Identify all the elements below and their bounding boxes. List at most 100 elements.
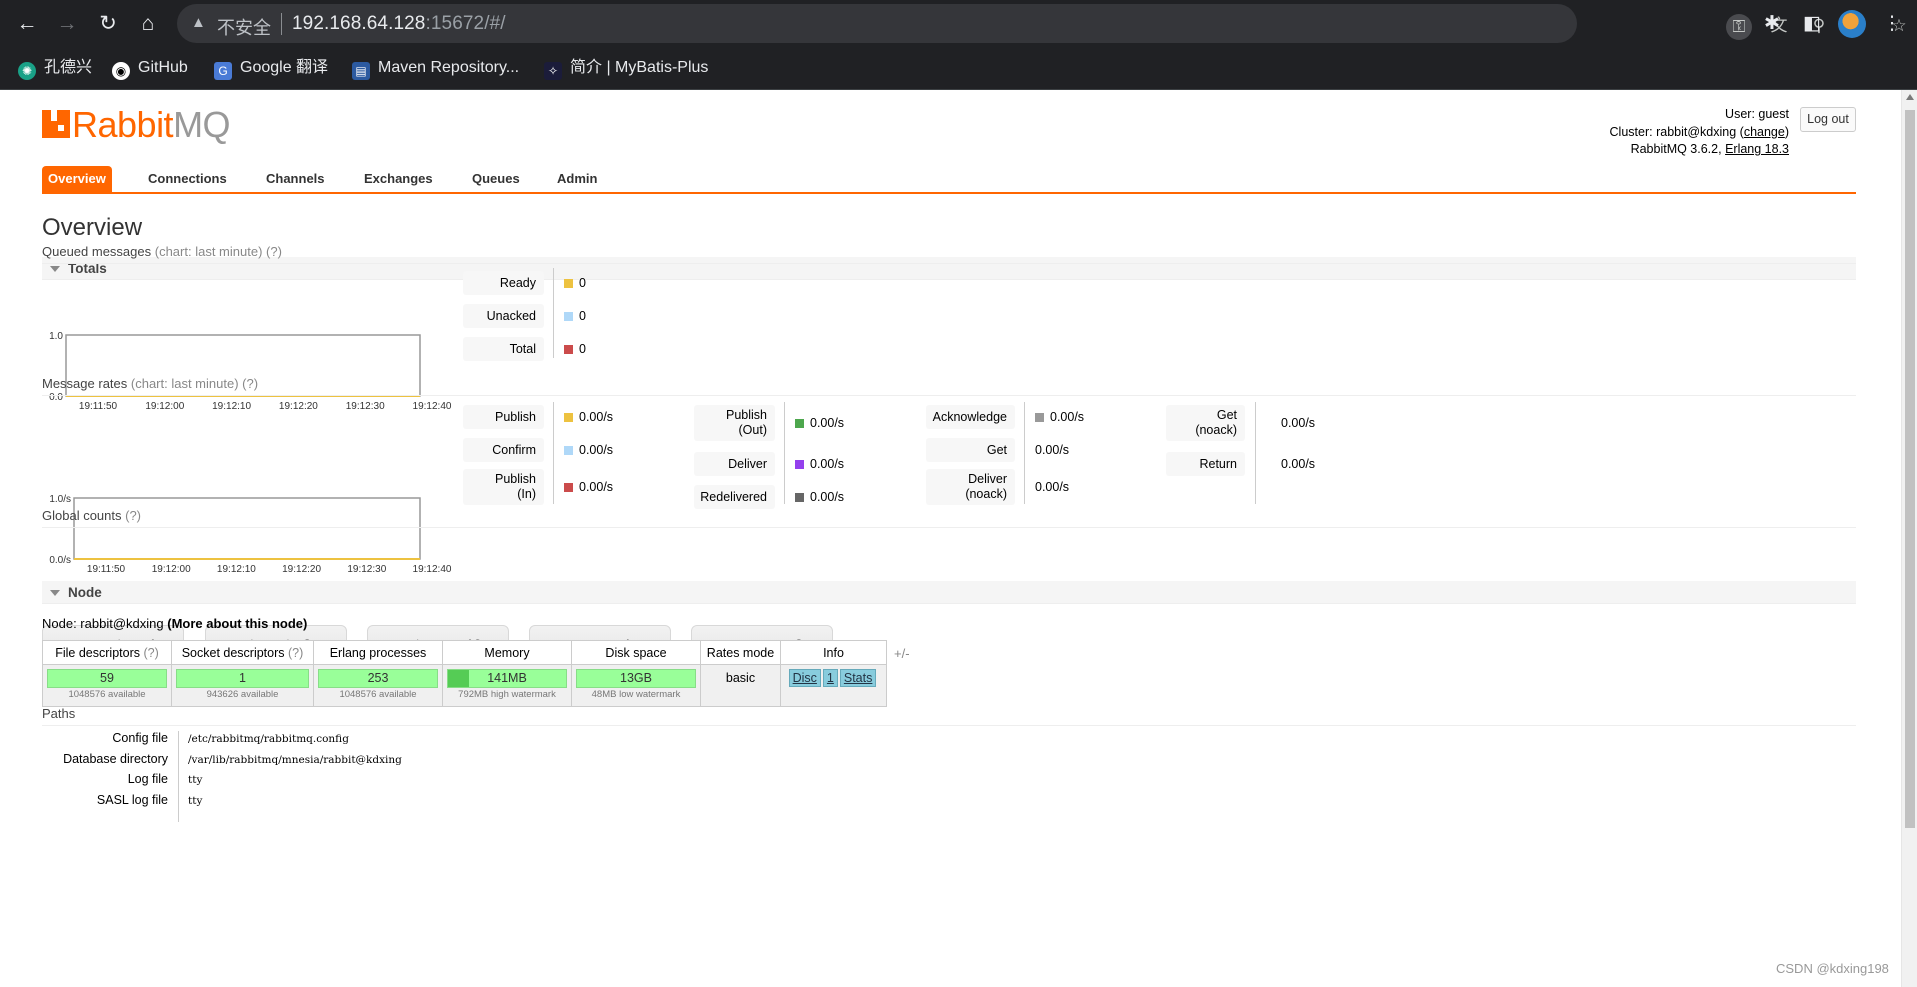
change-cluster-link[interactable]: change	[1744, 125, 1785, 139]
tab-admin[interactable]: Admin	[551, 166, 603, 192]
help-link[interactable]: (?)	[288, 646, 303, 660]
legend-swatch	[795, 460, 804, 469]
csdn-watermark: CSDN @kdxing198	[1776, 961, 1889, 976]
x-tick-label: 19:12:30	[347, 564, 386, 575]
version-line: RabbitMQ 3.6.2, Erlang 18.3	[1610, 141, 1789, 159]
columns-toggle[interactable]: +/-	[894, 646, 910, 661]
paths-title: Paths	[42, 706, 76, 721]
count-badge[interactable]: 1	[822, 669, 838, 687]
legend-label: Return	[1166, 452, 1245, 476]
url-path: :15672/#/	[425, 13, 506, 34]
tab-queues[interactable]: Queues	[466, 166, 526, 192]
legend-value: 0.00/s	[564, 438, 613, 462]
legend-value-text: 0.00/s	[1035, 443, 1070, 457]
legend-label: Publish	[463, 405, 544, 429]
legend-label: Get	[926, 438, 1015, 462]
file-descriptors-available: 1048576 available	[68, 689, 146, 700]
info-cell: Disc 1 Stats	[780, 664, 887, 707]
legend-value: 0	[564, 271, 586, 295]
rabbitmq-logo[interactable]: RabbitMQ	[42, 107, 231, 143]
erlang-version-link[interactable]: Erlang 18.3	[1725, 142, 1789, 156]
page-title: Overview	[42, 214, 143, 241]
legend-value-text: 0.00/s	[810, 457, 845, 471]
legend-value-text: 0.00/s	[810, 416, 845, 430]
memory-bar: 141MB	[447, 669, 567, 688]
legend-value: 0.00/s	[1035, 438, 1069, 462]
legend-label: Ready	[463, 271, 544, 295]
memory-bar-fill	[448, 670, 469, 687]
profile-avatar[interactable]	[1838, 10, 1866, 38]
legend-value-text: 0.00/s	[1035, 480, 1070, 494]
tab-exchanges[interactable]: Exchanges	[358, 166, 439, 192]
column-label: Socket descriptors	[181, 645, 285, 660]
bookmark-5[interactable]: ✧ 简介 | MyBatis-Plus	[544, 57, 708, 80]
legend-label: Deliver	[694, 452, 775, 476]
logo-text-rabbit: Rabbit	[72, 104, 174, 145]
more-about-node-link[interactable]: (More about this node)	[167, 616, 307, 631]
sidepanel-icon[interactable]: ◧	[1798, 10, 1826, 38]
legend-swatch	[795, 493, 804, 502]
stats-badge[interactable]: Stats	[839, 669, 877, 687]
socket-descriptors-cell: 1 943626 available	[171, 664, 314, 707]
col-socket-descriptors: Socket descriptors (?)	[171, 640, 314, 665]
node-section-header[interactable]: Node	[42, 581, 1856, 604]
scrollbar-thumb[interactable]	[1905, 110, 1915, 828]
y-tick-label: 1.0/s	[49, 494, 71, 505]
legend-value-text: 0.00/s	[810, 490, 845, 504]
sasl-log-file-value: tty	[188, 795, 203, 807]
legend-value-text: 0.00/s	[1281, 457, 1316, 471]
memory-value: 141MB	[487, 671, 527, 685]
legend-value: 0.00/s	[795, 452, 844, 476]
queued-messages-chart: 1.0 0.0 19:11:50 19:12:00 19:12:10 19:12:20 19…	[42, 331, 452, 412]
key-icon[interactable]: ⚿	[1726, 14, 1752, 40]
legend-label: Publish (Out)	[694, 405, 775, 441]
config-file-value: /etc/rabbitmq/rabbitmq.config	[188, 733, 349, 745]
queued-messages-chart-svg: 1.00.019:11:50 19:12:00 19:12:10 19:12:20 19…	[49, 331, 452, 412]
queued-messages-hint[interactable]: (chart: last minute) (?)	[155, 244, 282, 259]
legend-swatch	[564, 413, 573, 422]
scroll-up-icon[interactable]	[1906, 94, 1914, 100]
tab-connections[interactable]: Connections	[142, 166, 233, 192]
legend-value-text: 0	[579, 276, 586, 290]
global-counts-hint[interactable]: (?)	[125, 508, 141, 523]
tab-overview[interactable]: Overview	[42, 166, 112, 192]
legend-label: Total	[463, 337, 544, 361]
column-label: Rates mode	[706, 645, 775, 660]
legend-label: Deliver (noack)	[926, 469, 1015, 505]
reload-icon[interactable]: ↻	[95, 11, 121, 37]
x-tick-label: 19:12:10	[217, 564, 256, 575]
extensions-icon[interactable]: ✱	[1758, 10, 1786, 38]
github-icon: ◉	[112, 62, 130, 80]
menu-icon[interactable]: ⋮	[1878, 10, 1906, 38]
insecure-label: 不安全	[217, 18, 271, 38]
x-tick-label: 19:12:20	[282, 564, 321, 575]
message-rates-hint[interactable]: (chart: last minute) (?)	[131, 376, 258, 391]
bookmark-label: GitHub	[138, 59, 188, 76]
legend-value-text: 0.00/s	[1050, 410, 1085, 424]
legend-label: Confirm	[463, 438, 544, 462]
address-bar[interactable]: ▲ 不安全 192.168.64.128:15672/#/ ⚿ 文 ⚲ ↗ ☆	[177, 4, 1907, 43]
page-scrollbar[interactable]	[1901, 90, 1917, 987]
logout-button[interactable]: Log out	[1800, 107, 1856, 132]
bookmark-1[interactable]: ✺ 孔德兴	[18, 57, 92, 80]
x-tick-label: 19:12:40	[413, 564, 452, 575]
tab-channels[interactable]: Channels	[260, 166, 331, 192]
bookmark-2[interactable]: ◉ GitHub	[112, 57, 188, 80]
legend-value: 0	[564, 304, 586, 328]
disc-badge[interactable]: Disc	[788, 669, 821, 687]
message-rates-title: Message rates	[42, 376, 128, 391]
legend-value: 0.00/s	[1035, 475, 1069, 499]
back-icon[interactable]: ←	[14, 11, 40, 37]
erlang-processes-bar: 253	[318, 669, 438, 688]
message-rates-chart-svg: 1.0/s 0.0/s 19:11:50 19:12:00 19:12:10 19:12:…	[49, 494, 452, 575]
col-memory: Memory	[442, 640, 572, 665]
home-icon[interactable]: ⌂	[135, 11, 161, 37]
help-link[interactable]: (?)	[143, 646, 158, 660]
bookmark-3[interactable]: G Google 翻译	[214, 57, 328, 80]
forward-icon[interactable]: →	[54, 11, 80, 37]
legend-swatch	[564, 312, 573, 321]
bookmark-4[interactable]: ▤ Maven Repository...	[352, 57, 519, 80]
legend-divider	[784, 402, 785, 504]
url-text[interactable]: 192.168.64.128:15672/#/	[292, 13, 506, 35]
rates-mode-cell: basic	[700, 664, 781, 707]
